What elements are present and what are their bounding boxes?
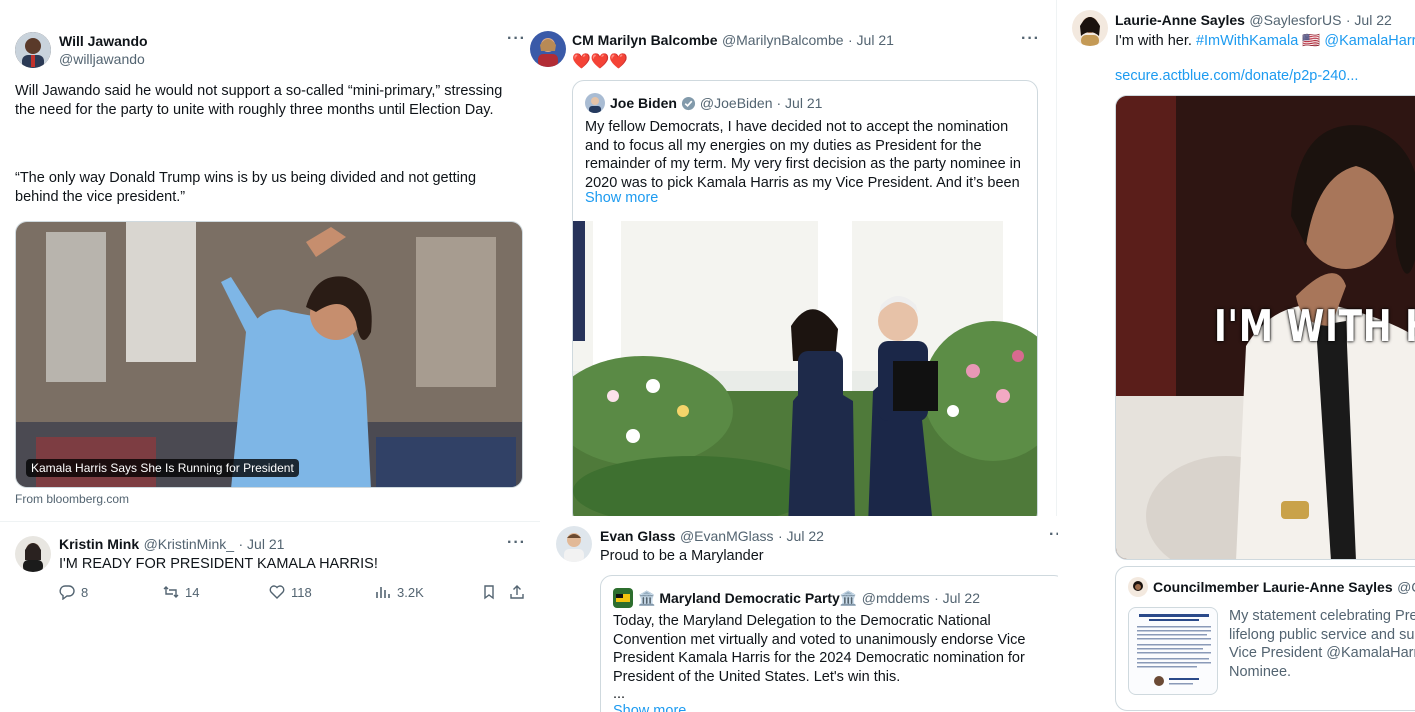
tweet-text-p1: Will Jawando said he would not support a… <box>15 83 503 118</box>
more-options-icon[interactable]: ··· <box>507 534 526 552</box>
heart-icon <box>269 585 285 599</box>
repost-count: 14 <box>185 584 200 600</box>
more-options-icon[interactable]: ··· <box>1021 30 1040 48</box>
author-name[interactable]: Will Jawando <box>59 33 148 49</box>
tweet-date[interactable]: · Jul 21 <box>848 32 894 48</box>
views-icon <box>376 587 390 598</box>
avatar[interactable] <box>1072 10 1108 46</box>
hashtag-link[interactable]: #ImWithKamala <box>1196 33 1298 49</box>
tweet-text: Proud to be a Marylander <box>600 548 764 564</box>
tweet-text: ❤️❤️❤️ <box>572 53 629 70</box>
author-handle[interactable]: @MarilynBalcombe <box>722 32 844 48</box>
tweet-date[interactable]: · Jul 22 <box>778 528 824 544</box>
link-card-image[interactable]: Kamala Harris Says She Is Running for Pr… <box>15 221 523 488</box>
like-button[interactable]: 118 <box>269 584 375 600</box>
tweet-balcombe[interactable]: CM Marilyn Balcombe @MarilynBalcombe · J… <box>530 0 1055 520</box>
author-name[interactable]: Evan Glass <box>600 528 676 544</box>
link-card-title: Kamala Harris Says She Is Running for Pr… <box>26 459 299 477</box>
quote-tweet-councilmember[interactable]: Councilmember Laurie-Anne Sayles @CM My … <box>1115 566 1415 711</box>
media-overlay-text: I'M WITH H <box>1214 301 1415 352</box>
quote-tweet-biden[interactable]: Joe Biden @JoeBiden · Jul 21 My fellow D… <box>572 80 1038 520</box>
quote-date[interactable]: · Jul 22 <box>934 590 980 606</box>
author-handle[interactable]: @willjawando <box>59 51 145 67</box>
author-name[interactable]: Kristin Mink <box>59 536 139 552</box>
reply-count: 8 <box>81 584 89 600</box>
share-icon[interactable] <box>509 584 525 600</box>
author-name[interactable]: CM Marilyn Balcombe <box>572 32 717 48</box>
avatar[interactable] <box>530 31 566 67</box>
reply-button[interactable]: 8 <box>59 584 163 600</box>
quote-text: My fellow Democrats, I have decided not … <box>585 119 1021 191</box>
views-button[interactable]: 3.2K <box>375 584 481 600</box>
quote-text: Today, the Maryland Delegation to the De… <box>613 613 1026 685</box>
quote-author-name[interactable]: 🏛️ Maryland Democratic Party🏛️ <box>638 590 857 606</box>
quote-author-handle[interactable]: @mddems <box>862 590 930 606</box>
quote-ellipsis: ... <box>613 686 626 702</box>
tweet-text: I'M READY FOR PRESIDENT KAMALA HARRIS! <box>59 556 378 572</box>
author-handle[interactable]: @EvanMGlass <box>680 528 774 544</box>
tweet-date[interactable]: · Jul 21 <box>238 536 284 552</box>
repost-button[interactable]: 14 <box>163 584 269 600</box>
author-handle[interactable]: @SaylesforUS <box>1249 12 1341 28</box>
bookmark-icon[interactable] <box>481 584 497 600</box>
avatar[interactable] <box>15 32 51 68</box>
tweet-text: I'm with her. <box>1115 33 1192 49</box>
tweet-date[interactable]: · Jul 22 <box>1346 12 1392 28</box>
repost-icon <box>163 586 179 598</box>
mention-link[interactable]: @KamalaHarris <box>1324 33 1415 49</box>
avatar[interactable] <box>585 93 605 113</box>
avatar[interactable] <box>15 536 51 572</box>
quote-author-handle[interactable]: @JoeBiden <box>700 95 773 111</box>
author-name[interactable]: Laurie-Anne Sayles <box>1115 12 1245 28</box>
quote-author-name[interactable]: Councilmember Laurie-Anne Sayles <box>1153 579 1393 595</box>
quote-document-thumbnail[interactable] <box>1128 607 1218 695</box>
author-handle[interactable]: @KristinMink_ <box>144 536 234 552</box>
link-source[interactable]: From bloomberg.com <box>15 492 129 506</box>
flag-emoji: 🇺🇸 <box>1302 33 1321 49</box>
verified-badge-icon <box>681 96 695 110</box>
show-more-link[interactable]: Show more <box>613 703 686 712</box>
avatar[interactable] <box>556 526 592 562</box>
reply-icon <box>59 585 75 600</box>
quote-author-handle[interactable]: @CM <box>1397 579 1415 595</box>
quote-date[interactable]: · Jul 21 <box>777 95 823 111</box>
more-options-icon[interactable]: ··· <box>507 30 526 48</box>
quote-media-image[interactable] <box>573 221 1037 520</box>
tweet-media-image[interactable]: I'M WITH H <box>1115 95 1415 560</box>
column-divider <box>1056 0 1057 516</box>
quote-author-name[interactable]: Joe Biden <box>610 95 677 111</box>
avatar[interactable] <box>1128 577 1148 597</box>
quote-text: My statement celebrating Pres lifelong p… <box>1229 608 1415 680</box>
show-more-link[interactable]: Show more <box>585 190 658 206</box>
tweet-mink[interactable]: Kristin Mink @KristinMink_ · Jul 21 ··· … <box>0 522 540 620</box>
tweet-text-p2: “The only way Donald Trump wins is by us… <box>15 170 477 205</box>
tweet-sayles[interactable]: Laurie-Anne Sayles @SaylesforUS · Jul 22… <box>1058 0 1415 712</box>
like-count: 118 <box>291 584 312 600</box>
avatar[interactable] <box>613 588 633 608</box>
donate-link[interactable]: secure.actblue.com/donate/p2p-240... <box>1115 67 1358 86</box>
quote-tweet-mddems[interactable]: 🏛️ Maryland Democratic Party🏛️ @mddems ·… <box>600 575 1066 712</box>
views-count: 3.2K <box>397 584 424 600</box>
tweet-actions: 8 14 118 3.2K <box>59 584 529 600</box>
tweet-glass[interactable]: Evan Glass @EvanMGlass · Jul 22 ··· Prou… <box>541 516 1081 712</box>
tweet-jawando[interactable]: Will Jawando @willjawando ··· Will Jawan… <box>0 0 540 522</box>
